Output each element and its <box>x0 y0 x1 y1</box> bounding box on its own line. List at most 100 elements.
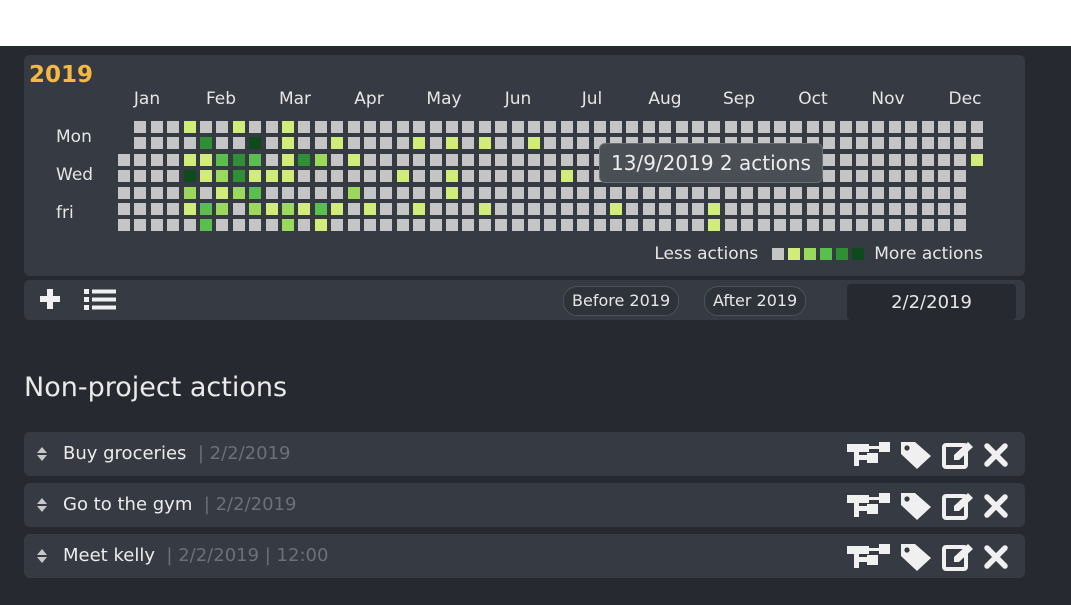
calendar-day-cell[interactable] <box>150 203 163 215</box>
calendar-day-cell[interactable] <box>265 137 278 150</box>
calendar-day-cell[interactable] <box>446 121 458 133</box>
calendar-day-cell[interactable] <box>544 153 557 166</box>
calendar-day-cell[interactable] <box>265 219 278 232</box>
calendar-day-cell[interactable] <box>150 153 163 166</box>
edit-icon[interactable] <box>941 491 975 521</box>
calendar-day-cell[interactable] <box>314 153 327 166</box>
calendar-day-cell[interactable] <box>757 219 770 232</box>
calendar-day-cell[interactable] <box>659 186 672 199</box>
before-year-button[interactable]: Before 2019 <box>563 286 680 316</box>
calendar-day-cell[interactable] <box>905 186 918 199</box>
calendar-day-cell[interactable] <box>249 137 262 150</box>
calendar-day-cell[interactable] <box>790 219 803 232</box>
calendar-day-cell[interactable] <box>642 219 655 232</box>
calendar-day-cell[interactable] <box>364 170 376 183</box>
calendar-day-cell[interactable] <box>659 121 672 133</box>
calendar-day-cell[interactable] <box>265 186 278 199</box>
calendar-day-cell[interactable] <box>823 121 836 133</box>
calendar-day-cell[interactable] <box>134 137 147 150</box>
calendar-day-cell[interactable] <box>232 153 245 166</box>
calendar-day-cell[interactable] <box>544 137 557 150</box>
calendar-day-cell[interactable] <box>642 203 655 215</box>
edit-icon[interactable] <box>941 542 975 572</box>
calendar-day-cell[interactable] <box>478 170 491 183</box>
calendar-day-cell[interactable] <box>200 170 212 183</box>
calendar-day-cell[interactable] <box>462 170 475 183</box>
after-year-button[interactable]: After 2019 <box>704 286 807 316</box>
calendar-day-cell[interactable] <box>642 121 655 133</box>
calendar-day-cell[interactable] <box>954 170 967 183</box>
sort-handle-icon[interactable] <box>36 548 48 568</box>
calendar-day-cell[interactable] <box>872 153 885 166</box>
calendar-day-cell[interactable] <box>774 121 786 133</box>
calendar-day-cell[interactable] <box>659 219 672 232</box>
calendar-day-cell[interactable] <box>724 186 737 199</box>
calendar-day-cell[interactable] <box>314 121 327 133</box>
calendar-day-cell[interactable] <box>298 137 311 150</box>
calendar-day-cell[interactable] <box>429 203 442 215</box>
calendar-day-cell[interactable] <box>331 203 344 215</box>
calendar-day-cell[interactable] <box>823 186 836 199</box>
tag-icon[interactable] <box>899 491 933 521</box>
calendar-day-cell[interactable] <box>380 186 393 199</box>
calendar-day-cell[interactable] <box>478 121 491 133</box>
calendar-day-cell[interactable] <box>856 121 868 133</box>
calendar-day-cell[interactable] <box>856 170 868 183</box>
calendar-day-cell[interactable] <box>659 203 672 215</box>
calendar-day-cell[interactable] <box>970 153 983 166</box>
calendar-day-cell[interactable] <box>839 186 852 199</box>
calendar-day-cell[interactable] <box>298 203 311 215</box>
calendar-day-cell[interactable] <box>839 203 852 215</box>
calendar-day-cell[interactable] <box>872 203 885 215</box>
calendar-day-cell[interactable] <box>528 153 540 166</box>
delete-icon[interactable] <box>983 442 1009 468</box>
calendar-day-cell[interactable] <box>446 219 458 232</box>
calendar-day-cell[interactable] <box>314 219 327 232</box>
calendar-day-cell[interactable] <box>265 121 278 133</box>
calendar-day-cell[interactable] <box>544 121 557 133</box>
calendar-day-cell[interactable] <box>495 203 508 215</box>
calendar-day-cell[interactable] <box>396 186 409 199</box>
calendar-day-cell[interactable] <box>856 153 868 166</box>
calendar-day-cell[interactable] <box>282 219 294 232</box>
calendar-day-cell[interactable] <box>150 219 163 232</box>
calendar-day-cell[interactable] <box>495 153 508 166</box>
calendar-day-cell[interactable] <box>921 153 934 166</box>
calendar-day-cell[interactable] <box>134 203 147 215</box>
calendar-day-cell[interactable] <box>856 137 868 150</box>
calendar-day-cell[interactable] <box>708 121 721 133</box>
calendar-day-cell[interactable] <box>888 203 901 215</box>
calendar-day-cell[interactable] <box>495 121 508 133</box>
calendar-day-cell[interactable] <box>216 219 229 232</box>
calendar-day-cell[interactable] <box>200 137 212 150</box>
calendar-day-cell[interactable] <box>183 121 196 133</box>
calendar-day-cell[interactable] <box>741 219 754 232</box>
calendar-day-cell[interactable] <box>790 203 803 215</box>
calendar-day-cell[interactable] <box>183 203 196 215</box>
calendar-day-cell[interactable] <box>692 203 704 215</box>
calendar-day-cell[interactable] <box>118 219 130 232</box>
calendar-day-cell[interactable] <box>380 170 393 183</box>
calendar-day-cell[interactable] <box>675 121 688 133</box>
calendar-day-cell[interactable] <box>265 153 278 166</box>
calendar-day-cell[interactable] <box>954 203 967 215</box>
calendar-day-cell[interactable] <box>429 153 442 166</box>
calendar-day-cell[interactable] <box>511 203 524 215</box>
calendar-day-cell[interactable] <box>511 219 524 232</box>
calendar-day-cell[interactable] <box>364 121 376 133</box>
calendar-day-cell[interactable] <box>577 121 590 133</box>
calendar-day-cell[interactable] <box>577 203 590 215</box>
calendar-day-cell[interactable] <box>757 203 770 215</box>
calendar-day-cell[interactable] <box>118 153 130 166</box>
calendar-day-cell[interactable] <box>462 121 475 133</box>
calendar-day-cell[interactable] <box>560 137 573 150</box>
calendar-day-cell[interactable] <box>167 121 180 133</box>
add-icon[interactable] <box>38 287 62 315</box>
sort-handle-icon[interactable] <box>36 497 48 517</box>
calendar-day-cell[interactable] <box>200 186 212 199</box>
calendar-day-cell[interactable] <box>610 203 622 215</box>
calendar-day-cell[interactable] <box>396 121 409 133</box>
calendar-day-cell[interactable] <box>692 219 704 232</box>
calendar-day-cell[interactable] <box>938 219 950 232</box>
calendar-day-cell[interactable] <box>396 153 409 166</box>
